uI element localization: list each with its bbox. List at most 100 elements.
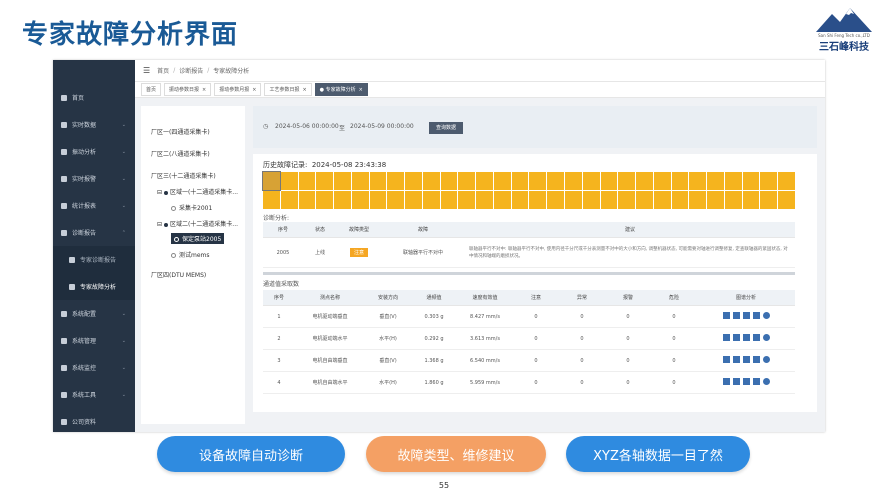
history-cell[interactable]	[440, 191, 458, 209]
history-cell[interactable]	[724, 191, 742, 209]
expand-icon[interactable]: ⊟	[157, 221, 162, 228]
breadcrumb-home[interactable]: 首页	[157, 66, 169, 75]
tree-collector[interactable]: 采集卡2001	[171, 203, 212, 212]
list-icon[interactable]	[752, 334, 760, 341]
tab-vibration-monthly[interactable]: 振动参数月报 ×	[214, 83, 262, 96]
history-cell[interactable]	[334, 191, 351, 209]
history-cell[interactable]	[600, 191, 618, 209]
expand-icon[interactable]: ⊟	[157, 189, 162, 196]
tab-expert-analysis[interactable]: ● 专家故障分析 ×	[314, 83, 368, 96]
list-icon[interactable]	[752, 312, 760, 319]
bar-chart-icon[interactable]	[722, 334, 730, 341]
history-cell[interactable]	[689, 172, 707, 190]
history-cell[interactable]	[742, 191, 760, 209]
history-cell[interactable]	[547, 172, 565, 190]
tree-region1[interactable]: ⊟ 区域一(十二通道采集卡...	[157, 187, 238, 196]
history-cell[interactable]	[653, 191, 671, 209]
tree-region2[interactable]: ⊟ 区域二(十二通道采集卡...	[157, 219, 238, 228]
history-cell[interactable]	[351, 191, 369, 209]
history-cell[interactable]	[316, 172, 334, 190]
waterfall-icon[interactable]	[742, 378, 750, 385]
history-cell[interactable]	[316, 191, 334, 209]
list-icon[interactable]	[752, 356, 760, 363]
sidebar-item-diagnosis[interactable]: 诊断报告 ⌃	[53, 219, 135, 246]
hamburger-menu-icon[interactable]: ☰	[143, 66, 150, 75]
history-cell[interactable]	[298, 172, 316, 190]
history-cell[interactable]	[511, 191, 529, 209]
history-cell[interactable]	[458, 172, 476, 190]
history-cell[interactable]	[476, 191, 493, 209]
history-cell[interactable]	[440, 172, 458, 190]
history-cell[interactable]	[387, 172, 405, 190]
history-cell[interactable]	[387, 191, 405, 209]
sidebar-item-realtime-data[interactable]: 实时数据 ⌄	[53, 111, 135, 138]
line-chart-icon[interactable]	[732, 334, 740, 341]
start-date-input[interactable]: 2024-05-06 00:00:00	[275, 123, 339, 130]
history-cell[interactable]	[263, 191, 280, 209]
horizontal-scrollbar[interactable]	[263, 272, 795, 275]
sidebar-item-vibration[interactable]: 振动分析 ⌄	[53, 138, 135, 165]
sidebar-item-management[interactable]: 系统管理 ⌄	[53, 327, 135, 354]
history-cell[interactable]	[760, 191, 778, 209]
waterfall-icon[interactable]	[742, 312, 750, 319]
tab-process-daily[interactable]: 工艺参数日报 ×	[264, 83, 312, 96]
tree-area2[interactable]: 厂区二(八通道采集卡)	[151, 149, 210, 158]
history-cell[interactable]	[636, 191, 653, 209]
tree-area4[interactable]: 厂区四(DTU MEMS)	[151, 270, 206, 279]
history-cell[interactable]	[707, 191, 724, 209]
sidebar-item-alarm[interactable]: 实时报警 ⌄	[53, 165, 135, 192]
history-cell[interactable]	[760, 172, 778, 190]
history-cell[interactable]	[280, 172, 298, 190]
tree-protect-station[interactable]: 保定泵站2005	[171, 233, 225, 244]
bar-chart-icon[interactable]	[722, 356, 730, 363]
close-icon[interactable]: ×	[202, 87, 206, 93]
history-cell[interactable]	[262, 171, 281, 191]
bar-chart-icon[interactable]	[722, 312, 730, 319]
bar-chart-icon[interactable]	[722, 378, 730, 385]
sidebar-item-reports[interactable]: 统计报表 ⌄	[53, 192, 135, 219]
history-cell[interactable]	[724, 172, 742, 190]
history-cell[interactable]	[351, 172, 369, 190]
history-cell[interactable]	[369, 191, 387, 209]
tree-area1[interactable]: 厂区一(四通道采集卡)	[151, 127, 210, 136]
line-chart-icon[interactable]	[732, 356, 740, 363]
tree-area3[interactable]: 厂区三(十二通道采集卡)	[151, 171, 216, 180]
history-cell[interactable]	[493, 172, 511, 190]
line-chart-icon[interactable]	[732, 378, 740, 385]
tree-mems[interactable]: 测试mems	[171, 250, 210, 259]
history-cell[interactable]	[636, 172, 653, 190]
history-cell[interactable]	[405, 172, 422, 190]
history-cell[interactable]	[529, 191, 547, 209]
history-cell[interactable]	[582, 191, 600, 209]
history-cell[interactable]	[493, 191, 511, 209]
sidebar-item-config[interactable]: 系统配置 ⌄	[53, 300, 135, 327]
history-cell[interactable]	[778, 172, 795, 190]
history-cell[interactable]	[422, 191, 440, 209]
end-date-input[interactable]: 2024-05-09 00:00:00	[350, 123, 414, 130]
orbit-icon[interactable]	[762, 356, 770, 363]
history-cell[interactable]	[653, 172, 671, 190]
breadcrumb-level1[interactable]: 诊断报告	[179, 66, 203, 75]
history-cell[interactable]	[511, 172, 529, 190]
sidebar-item-company[interactable]: 公司资料	[53, 408, 135, 432]
history-cell[interactable]	[618, 191, 636, 209]
history-cell[interactable]	[334, 172, 351, 190]
history-cell[interactable]	[476, 172, 493, 190]
history-cell[interactable]	[565, 172, 582, 190]
history-cell[interactable]	[618, 172, 636, 190]
history-cell[interactable]	[422, 172, 440, 190]
waterfall-icon[interactable]	[742, 356, 750, 363]
orbit-icon[interactable]	[762, 334, 770, 341]
sidebar-item-tools[interactable]: 系统工具 ⌄	[53, 381, 135, 408]
tab-home[interactable]: 首页	[141, 83, 162, 96]
history-cell[interactable]	[547, 191, 565, 209]
close-icon[interactable]: ×	[302, 87, 306, 93]
sidebar-item-expert-report[interactable]: 专家诊断报告	[53, 246, 135, 273]
tab-vibration-daily[interactable]: 振动参数日报 ×	[164, 83, 212, 96]
sidebar-item-monitor[interactable]: 系统监控 ⌄	[53, 354, 135, 381]
history-cell[interactable]	[565, 191, 582, 209]
history-cell[interactable]	[298, 191, 316, 209]
history-cell[interactable]	[689, 191, 707, 209]
list-icon[interactable]	[752, 378, 760, 385]
history-cell[interactable]	[742, 172, 760, 190]
